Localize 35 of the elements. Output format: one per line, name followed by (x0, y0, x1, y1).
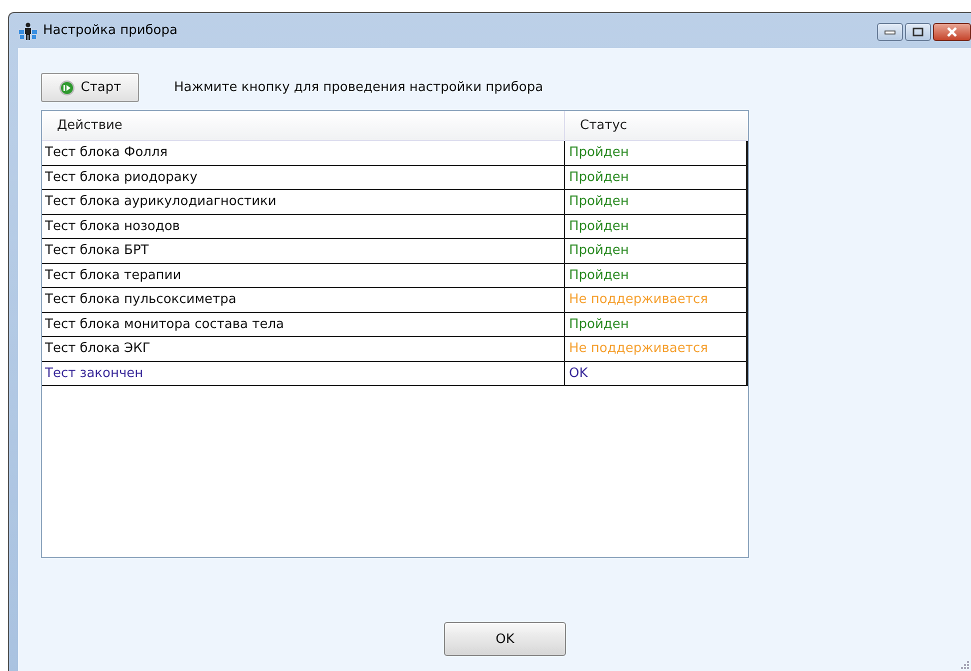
status-cell: Пройден (565, 264, 748, 287)
action-cell: Тест блока БРТ (42, 239, 565, 262)
minimize-icon (884, 29, 896, 35)
status-cell: Пройден (565, 214, 748, 238)
status-cell: OK (565, 362, 748, 385)
resize-grip-icon (961, 661, 969, 669)
status-cell: Не поддерживается (565, 288, 748, 312)
window-title: Настройка прибора (43, 23, 178, 38)
close-button[interactable] (933, 23, 971, 41)
ok-button[interactable]: OK (444, 622, 566, 656)
status-cell: Пройден (565, 312, 748, 336)
action-cell: Тест блока пульсоксиметра (42, 288, 565, 312)
status-cell: Пройден (565, 166, 748, 189)
close-icon (946, 27, 958, 37)
status-cell: Пройден (565, 190, 748, 214)
action-cell: Тест блока Фолля (42, 141, 565, 164)
instruction-text: Нажмите кнопку для проведения настройки прибора (174, 80, 544, 95)
status-cell: Не поддерживается (565, 337, 748, 360)
column-header[interactable]: Статус (565, 111, 748, 140)
figure-icon (19, 22, 37, 40)
status-cell: Пройден (565, 141, 748, 164)
play-pause-icon (58, 80, 75, 96)
action-cell: Тест блока ЭКГ (42, 337, 565, 360)
action-cell: Тест блока терапии (42, 264, 565, 287)
action-cell: Тест блока аурикулодиагностики (42, 190, 565, 214)
maximize-button[interactable] (905, 23, 931, 41)
action-cell: Тест блока риодораку (42, 166, 565, 189)
minimize-button[interactable] (877, 23, 903, 41)
column-header[interactable]: Действие (42, 111, 565, 140)
start-button[interactable]: Старт (41, 73, 139, 102)
status-cell: Пройден (565, 239, 748, 262)
action-cell: Тест блока нозодов (42, 214, 565, 238)
action-cell: Тест блока монитора состава тела (42, 312, 565, 336)
action-cell: Тест закончен (42, 362, 565, 385)
maximize-icon (912, 27, 924, 37)
